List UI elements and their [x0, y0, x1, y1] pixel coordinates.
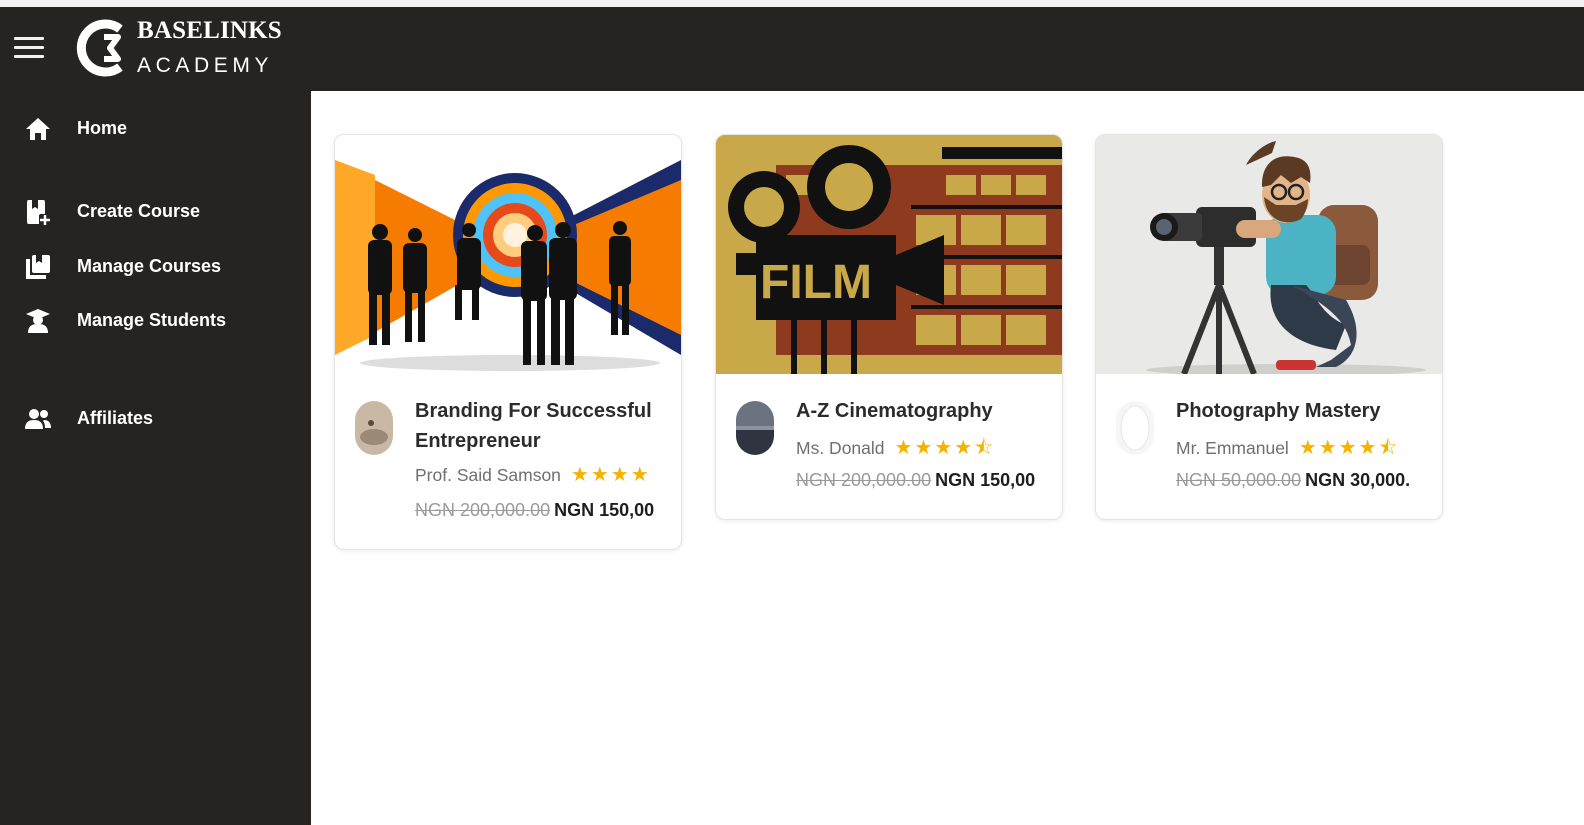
affiliates-icon — [25, 409, 51, 429]
old-price: NGN 200,000.00 — [415, 500, 551, 520]
main-content: Branding For Successful Entrepreneur Pro… — [311, 91, 1584, 825]
course-card-branding[interactable]: Branding For Successful Entrepreneur Pro… — [334, 134, 682, 550]
rating-stars-icon: ★★★★ — [570, 464, 651, 486]
manage-students-icon — [26, 309, 50, 333]
course-meta: Mr. Emmanuel ★★★★⯪ — [1176, 433, 1399, 467]
instructor-name: Ms. Donald — [796, 438, 885, 458]
brand-name-line2: ACADEMY — [137, 54, 274, 77]
sidebar-item-label: Affiliates — [77, 408, 154, 428]
rating-stars-icon: ★★★★⯪ — [894, 437, 996, 459]
create-course-icon — [27, 200, 51, 226]
course-price: NGN 200,000.00 NGN 150,00 — [796, 470, 1035, 491]
course-thumbnail[interactable]: FILM — [716, 135, 1062, 374]
instructor-avatar — [736, 401, 774, 455]
sidebar-item-label: Manage Courses — [77, 256, 222, 276]
hamburger-menu-icon[interactable] — [14, 37, 44, 61]
course-thumbnail[interactable] — [1096, 135, 1442, 374]
manage-courses-icon — [26, 255, 50, 279]
course-price: NGN 200,000.00 NGN 150,00 — [415, 500, 654, 521]
course-thumbnail[interactable] — [335, 135, 681, 374]
course-title[interactable]: Photography Mastery — [1176, 396, 1438, 426]
sidebar-item-label: Home — [77, 118, 128, 138]
old-price: NGN 50,000.00 — [1176, 470, 1302, 490]
sidebar: Home Create Course Manage Courses Manage… — [0, 91, 311, 825]
instructor-name: Mr. Emmanuel — [1176, 438, 1289, 458]
home-icon — [26, 118, 50, 140]
new-price: NGN 30,000. — [1305, 470, 1411, 490]
course-meta: Prof. Said Samson ★★★★ — [415, 462, 651, 487]
sidebar-item-label: Create Course — [77, 201, 201, 221]
sidebar-item-manage-courses[interactable]: Manage Courses — [0, 244, 311, 288]
film-text: FILM — [760, 256, 872, 309]
baselinks-logo-icon[interactable] — [74, 19, 132, 77]
brand-name-line1: BASELINKS — [137, 17, 282, 44]
instructor-avatar — [1116, 401, 1154, 455]
rating-stars-icon: ★★★★⯪ — [1298, 437, 1400, 459]
course-title[interactable]: A-Z Cinematography — [796, 396, 1058, 426]
course-card-photography[interactable]: Photography Mastery Mr. Emmanuel ★★★★⯪ NG… — [1095, 134, 1443, 520]
instructor-name: Prof. Said Samson — [415, 465, 561, 485]
sidebar-item-home[interactable]: Home — [0, 106, 311, 150]
sidebar-item-manage-students[interactable]: Manage Students — [0, 298, 311, 342]
sidebar-item-label: Manage Students — [77, 310, 227, 330]
course-meta: Ms. Donald ★★★★⯪ — [796, 433, 995, 467]
new-price: NGN 150,00 — [554, 500, 655, 520]
course-title[interactable]: Branding For Successful Entrepreneur — [415, 396, 677, 456]
course-price: NGN 50,000.00 NGN 30,000. — [1176, 470, 1410, 491]
sidebar-item-affiliates[interactable]: Affiliates — [0, 396, 311, 440]
old-price: NGN 200,000.00 — [796, 470, 932, 490]
course-card-cinematography[interactable]: FILM A-Z Cinematography Ms. Donald ★★★★⯪ … — [715, 134, 1063, 520]
new-price: NGN 150,00 — [935, 470, 1036, 490]
sidebar-item-create-course[interactable]: Create Course — [0, 189, 311, 233]
window-top-strip — [0, 0, 1584, 7]
instructor-avatar — [355, 401, 393, 455]
top-header: BASELINKS ACADEMY — [0, 7, 1584, 91]
